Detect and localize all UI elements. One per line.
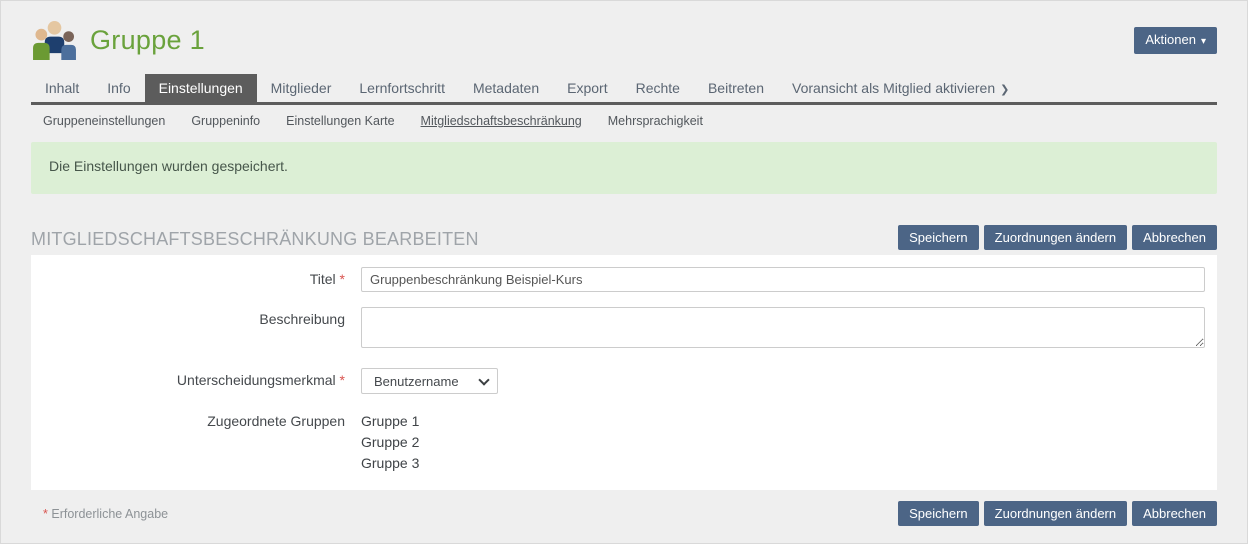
top-button-group: Speichern Zuordnungen ändern Abbrechen — [898, 225, 1217, 250]
form-row-description: Beschreibung — [31, 307, 1205, 353]
chevron-right-icon: ❯ — [1000, 84, 1009, 96]
page: Gruppe 1 Aktionen ▾ Inhalt Info Einstellu… — [0, 0, 1248, 544]
assigned-group-item: Gruppe 3 — [361, 453, 1205, 474]
tab-voransicht-als-mitglied[interactable]: Voransicht als Mitglied aktivieren ❯ — [778, 74, 1023, 102]
cancel-button-bottom[interactable]: Abbrechen — [1132, 501, 1217, 526]
section-title: MITGLIEDSCHAFTSBESCHRÄNKUNG BEARBEITEN — [31, 229, 479, 250]
actions-button-label: Aktionen — [1145, 32, 1196, 47]
title-input[interactable] — [361, 267, 1205, 292]
tab-lernfortschritt[interactable]: Lernfortschritt — [345, 74, 459, 102]
form-row-title: Titel * — [31, 267, 1205, 292]
save-button[interactable]: Speichern — [898, 225, 979, 250]
assigned-groups-list: Gruppe 1 Gruppe 2 Gruppe 3 — [361, 409, 1205, 474]
page-header: Gruppe 1 Aktionen ▾ — [31, 1, 1217, 61]
tab-rechte[interactable]: Rechte — [622, 74, 694, 102]
tab-export[interactable]: Export — [553, 74, 621, 102]
bottom-button-group: Speichern Zuordnungen ändern Abbrechen — [898, 501, 1217, 526]
section-header: MITGLIEDSCHAFTSBESCHRÄNKUNG BEARBEITEN S… — [31, 225, 1217, 250]
required-asterisk: * — [340, 372, 345, 388]
change-assignments-button-bottom[interactable]: Zuordnungen ändern — [984, 501, 1127, 526]
page-title: Gruppe 1 — [90, 25, 1134, 56]
description-textarea[interactable] — [361, 307, 1205, 348]
subtab-gruppeneinstellungen[interactable]: Gruppeneinstellungen — [43, 114, 165, 128]
group-icon — [31, 20, 78, 60]
subtab-gruppeninfo[interactable]: Gruppeninfo — [191, 114, 260, 128]
cancel-button[interactable]: Abbrechen — [1132, 225, 1217, 250]
tab-bar: Inhalt Info Einstellungen Mitglieder Ler… — [31, 74, 1217, 105]
required-asterisk: * — [340, 271, 345, 287]
tab-mitglieder[interactable]: Mitglieder — [257, 74, 346, 102]
tab-beitreten[interactable]: Beitreten — [694, 74, 778, 102]
description-label: Beschreibung — [31, 307, 361, 353]
form-row-distinction: Unterscheidungsmerkmal * Benutzername — [31, 368, 1205, 394]
subtab-mitgliedschaftsbeschraenkung[interactable]: Mitgliedschaftsbeschränkung — [421, 114, 582, 128]
distinction-label: Unterscheidungsmerkmal * — [31, 368, 361, 394]
title-label: Titel * — [31, 267, 361, 292]
form-footer: * Erforderliche Angabe Speichern Zuordnu… — [31, 501, 1217, 526]
subtab-bar: Gruppeneinstellungen Gruppeninfo Einstel… — [31, 114, 1217, 128]
tab-einstellungen[interactable]: Einstellungen — [145, 74, 257, 102]
change-assignments-button[interactable]: Zuordnungen ändern — [984, 225, 1127, 250]
subtab-mehrsprachigkeit[interactable]: Mehrsprachigkeit — [608, 114, 703, 128]
required-note: * Erforderliche Angabe — [31, 507, 168, 521]
required-asterisk: * — [43, 507, 48, 521]
assigned-group-item: Gruppe 2 — [361, 432, 1205, 453]
tab-voransicht-label: Voransicht als Mitglied aktivieren — [792, 80, 995, 96]
actions-button[interactable]: Aktionen ▾ — [1134, 27, 1217, 54]
tab-inhalt[interactable]: Inhalt — [31, 74, 93, 102]
distinction-select[interactable]: Benutzername — [361, 368, 498, 394]
tab-metadaten[interactable]: Metadaten — [459, 74, 553, 102]
tab-info[interactable]: Info — [93, 74, 144, 102]
membership-restriction-form: Titel * Beschreibung Unterscheidungsmerk… — [31, 255, 1217, 490]
success-alert: Die Einstellungen wurden gespeichert. — [31, 142, 1217, 194]
form-row-assigned-groups: Zugeordnete Gruppen Gruppe 1 Gruppe 2 Gr… — [31, 409, 1205, 474]
assigned-groups-label: Zugeordnete Gruppen — [31, 409, 361, 474]
save-button-bottom[interactable]: Speichern — [898, 501, 979, 526]
caret-down-icon: ▾ — [1201, 36, 1206, 47]
assigned-group-item: Gruppe 1 — [361, 411, 1205, 432]
subtab-einstellungen-karte[interactable]: Einstellungen Karte — [286, 114, 394, 128]
